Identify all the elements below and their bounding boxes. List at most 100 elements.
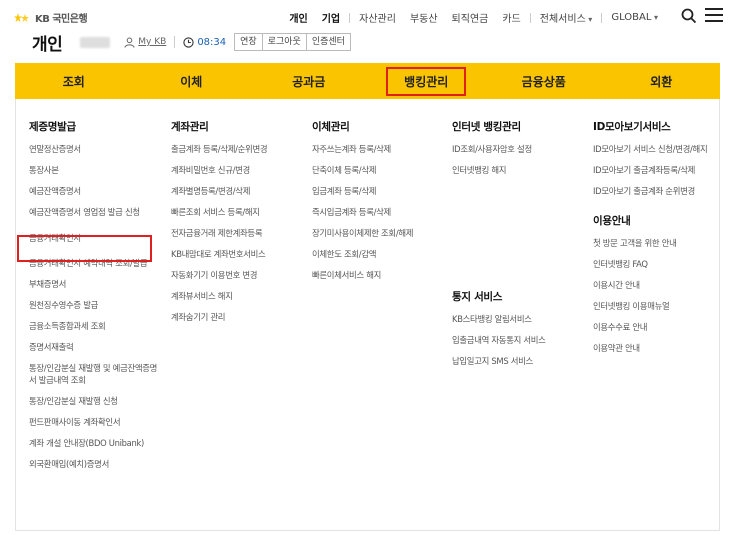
menu-item[interactable]: ID모아보기 출금계좌 순위변경	[593, 185, 711, 197]
menu-item[interactable]: 빠른이체서비스 해지	[312, 269, 442, 281]
menu-item[interactable]: 계좌 개설 안내장(BDO Unibank)	[29, 437, 159, 449]
mykb-link[interactable]: My KB	[124, 37, 166, 48]
tab-foreign-exchange[interactable]: 외환	[603, 63, 721, 99]
menu-item[interactable]: 계좌뷰서비스 해지	[171, 290, 296, 302]
menu-item[interactable]: 인터넷뱅킹 해지	[452, 164, 582, 176]
column-title: 이체관리	[312, 121, 350, 133]
column-title: 제증명발급	[29, 121, 76, 133]
page-title: 개인	[32, 34, 63, 55]
topnav-pension[interactable]: 퇴직연금	[445, 10, 496, 25]
clock-icon	[183, 36, 194, 48]
menu-item[interactable]: 이용수수료 안내	[593, 321, 711, 333]
menu-item[interactable]: 증명서재출력	[29, 341, 159, 353]
menu-item[interactable]: 첫 방문 고객을 위한 안내	[593, 237, 711, 249]
divider	[601, 12, 603, 23]
divider	[349, 12, 351, 23]
menu-item[interactable]: 계좌별명등록/변경/삭제	[171, 185, 296, 197]
cert-center-button[interactable]: 인증센터	[306, 33, 351, 51]
main-nav: 조회 이체 공과금 뱅킹관리 금융상품 외환	[15, 63, 720, 99]
topnav-card[interactable]: 카드	[495, 10, 527, 25]
section-title-usage-guide: 이용안내	[593, 215, 631, 227]
tab-label: 뱅킹관리	[386, 66, 467, 96]
menu-item[interactable]: 외국환매입(예치)증명서	[29, 458, 159, 470]
mykb-label: My KB	[138, 37, 167, 47]
person-icon	[124, 37, 135, 48]
logout-button[interactable]: 로그아웃	[262, 33, 307, 51]
topnav-global[interactable]: GLOBAL	[604, 12, 665, 23]
column-title: ID모아보기서비스	[593, 121, 671, 133]
menu-item[interactable]: 납입일고지 SMS 서비스	[452, 355, 582, 367]
menu-item[interactable]: 인터넷뱅킹 이용매뉴얼	[593, 300, 711, 312]
menu-item[interactable]: KB스타뱅킹 알림서비스	[452, 313, 582, 325]
tab-financial-products[interactable]: 금융상품	[485, 63, 603, 99]
topnav-business[interactable]: 기업	[315, 10, 347, 25]
menu-item[interactable]: 통장/인감분실 재발행 및 예금잔액증명서 발급내역 조회	[29, 362, 159, 386]
menu-item[interactable]: 자주쓰는계좌 등록/삭제	[312, 143, 442, 155]
mega-menu: 제증명발급 연말정산증명서 통장사본 예금잔액증명서 예금잔액증명서 영업점 발…	[15, 99, 720, 531]
column-title: 인터넷 뱅킹관리	[452, 121, 521, 133]
tab-label: 금융상품	[521, 74, 566, 89]
menu-column-id-overview: ID모아보기서비스 ID모아보기 서비스 신청/변경/해지 ID모아보기 출금계…	[593, 119, 711, 363]
menu-item[interactable]: 출금계좌 등록/삭제/순위변경	[171, 143, 296, 155]
menu-item[interactable]: 계좌비밀번호 신규/변경	[171, 164, 296, 176]
top-nav: 개인 기업 자산관리 부동산 퇴직연금 카드 전체서비스 GLOBAL	[282, 10, 719, 25]
menu-column-account-management: 계좌관리 출금계좌 등록/삭제/순위변경 계좌비밀번호 신규/변경 계좌별명등록…	[171, 119, 296, 332]
menu-item[interactable]: 이체한도 조회/감액	[312, 248, 442, 260]
search-icon[interactable]	[681, 8, 697, 24]
menu-item[interactable]: 즉시입금계좌 등록/삭제	[312, 206, 442, 218]
brand-name: KB 국민은행	[35, 14, 88, 25]
timer-value: 08:34	[197, 36, 227, 48]
tab-utility-bills[interactable]: 공과금	[250, 63, 368, 99]
tab-banking-management[interactable]: 뱅킹관리	[368, 63, 486, 99]
tab-label: 조회	[62, 74, 85, 89]
menu-item[interactable]: 통장사본	[29, 164, 159, 176]
section-title-notification: 통지 서비스	[452, 291, 503, 303]
topnav-realestate[interactable]: 부동산	[403, 10, 445, 25]
menu-item[interactable]: KB내맘대로 계좌번호서비스	[171, 248, 296, 260]
menu-item[interactable]: 인터넷뱅킹 FAQ	[593, 258, 711, 270]
menu-item[interactable]: 예금잔액증명서	[29, 185, 159, 197]
menu-item[interactable]: 단축이체 등록/삭제	[312, 164, 442, 176]
menu-column-certificates: 제증명발급 연말정산증명서 통장사본 예금잔액증명서 예금잔액증명서 영업점 발…	[29, 119, 159, 479]
menu-item[interactable]: 연말정산증명서	[29, 143, 159, 155]
tab-inquiry[interactable]: 조회	[15, 63, 133, 99]
topnav-asset[interactable]: 자산관리	[352, 10, 403, 25]
menu-item[interactable]: 이용약관 안내	[593, 342, 711, 354]
menu-column-internet-banking: 인터넷 뱅킹관리 ID조회/사용자암호 설정 인터넷뱅킹 해지 통지 서비스 K…	[452, 119, 582, 376]
menu-item[interactable]: 전자금융거래 제한계좌등록	[171, 227, 296, 239]
menu-item[interactable]: 입금계좌 등록/삭제	[312, 185, 442, 197]
kb-star-icon	[14, 12, 29, 22]
menu-item[interactable]: 부채증명서	[29, 278, 159, 290]
divider	[529, 12, 531, 23]
tab-label: 이체	[180, 74, 203, 89]
tab-label: 공과금	[292, 74, 326, 89]
menu-item[interactable]: 자동화기기 이용번호 변경	[171, 269, 296, 281]
tab-transfer[interactable]: 이체	[133, 63, 251, 99]
menu-item[interactable]: 금융소득종합과세 조회	[29, 320, 159, 332]
menu-item[interactable]: 원천징수영수증 발급	[29, 299, 159, 311]
column-title: 계좌관리	[171, 121, 209, 133]
highlight-box	[17, 235, 152, 262]
menu-item[interactable]: 계좌숨기기 관리	[171, 311, 296, 323]
session-timer: 08:34	[183, 37, 226, 48]
menu-column-transfer-management: 이체관리 자주쓰는계좌 등록/삭제 단축이체 등록/삭제 입금계좌 등록/삭제 …	[312, 119, 442, 290]
kb-logo[interactable]: KB 국민은행	[14, 10, 88, 25]
tab-label: 외환	[650, 74, 673, 89]
hamburger-menu-icon[interactable]	[705, 8, 723, 24]
menu-item[interactable]: 이용시간 안내	[593, 279, 711, 291]
topnav-personal[interactable]: 개인	[282, 10, 314, 25]
topnav-all-services[interactable]: 전체서비스	[533, 10, 600, 25]
menu-item[interactable]: 입출금내역 자동통지 서비스	[452, 334, 582, 346]
user-name-blurred	[80, 36, 111, 48]
divider	[174, 36, 176, 48]
menu-item[interactable]: 예금잔액증명서 영업점 발급 신청	[29, 206, 159, 218]
menu-item[interactable]: ID모아보기 서비스 신청/변경/해지	[593, 143, 711, 155]
extend-button[interactable]: 연장	[234, 33, 263, 51]
menu-item[interactable]: ID조회/사용자암호 설정	[452, 143, 582, 155]
menu-item[interactable]: 빠른조회 서비스 등록/해지	[171, 206, 296, 218]
menu-item[interactable]: 통장/인감분실 재발행 신청	[29, 395, 159, 407]
menu-item[interactable]: ID모아보기 출금계좌등록/삭제	[593, 164, 711, 176]
menu-item[interactable]: 펀드판매사이동 계좌확인서	[29, 416, 159, 428]
sub-header: 개인 My KB 08:34 연장 로그아웃 인증센터	[32, 32, 351, 55]
menu-item[interactable]: 장기미사용이체제한 조회/해제	[312, 227, 442, 239]
